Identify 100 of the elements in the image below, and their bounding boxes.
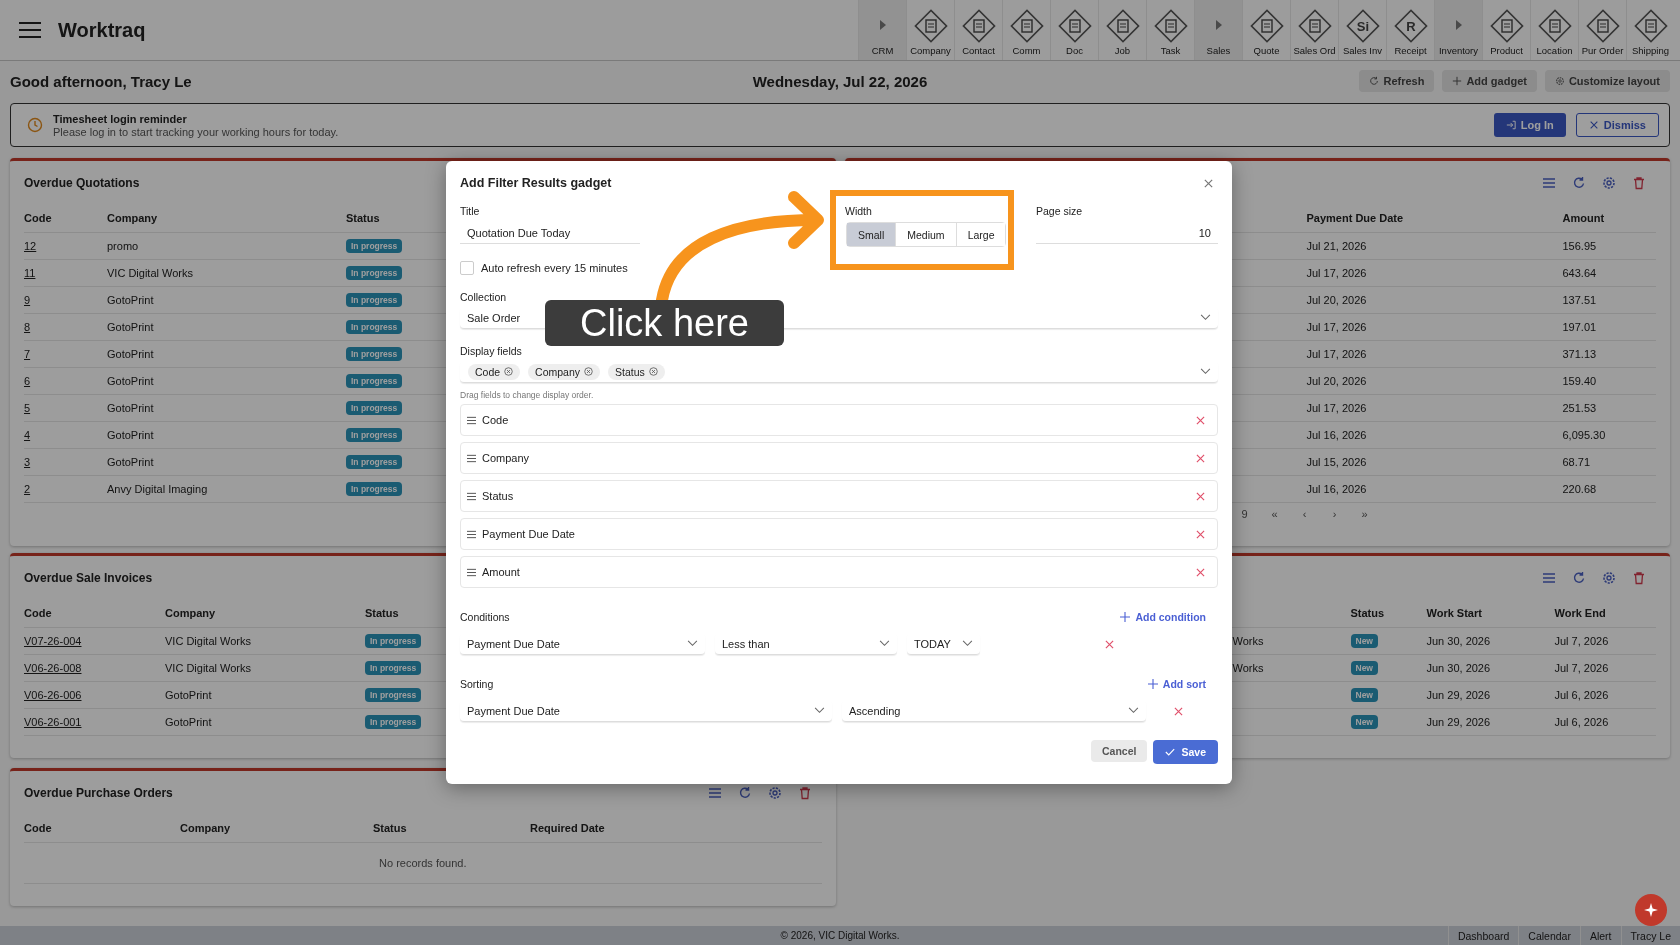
condition-select[interactable]: Payment Due Date: [460, 633, 705, 655]
settings-icon[interactable]: [767, 785, 782, 800]
remove-icon[interactable]: [1196, 529, 1205, 539]
code-link[interactable]: 12: [24, 240, 37, 252]
action-button[interactable]: Refresh: [1359, 70, 1435, 92]
nav-item[interactable]: Quote: [1242, 0, 1290, 60]
remove-icon[interactable]: [1196, 491, 1205, 501]
remove-icon[interactable]: [1196, 453, 1205, 463]
remove-circle-icon[interactable]: [648, 367, 658, 376]
nav-item[interactable]: Sales Ord: [1290, 0, 1338, 60]
footer-link[interactable]: Alert: [1579, 926, 1621, 945]
login-button[interactable]: Log In: [1493, 113, 1566, 137]
column-header: Required Date: [530, 821, 605, 836]
field-chip[interactable]: Company: [528, 363, 601, 380]
code-link[interactable]: V06-26-008: [24, 662, 82, 674]
nav-item[interactable]: Si Sales Inv: [1338, 0, 1386, 60]
display-fields-select[interactable]: Code Company Status: [460, 361, 1218, 383]
sort-select[interactable]: Payment Due Date: [460, 700, 832, 722]
cancel-button[interactable]: Cancel: [1091, 740, 1148, 762]
page-size-field[interactable]: 10: [1036, 222, 1218, 244]
delete-icon[interactable]: [797, 785, 812, 800]
pager-button[interactable]: ›: [1319, 508, 1350, 520]
settings-icon[interactable]: [1602, 175, 1616, 190]
action-button[interactable]: Add gadget: [1442, 70, 1537, 92]
code-link[interactable]: V06-26-006: [24, 689, 82, 701]
table-cell: 159.40: [1562, 375, 1597, 387]
code-link[interactable]: 7: [24, 348, 31, 360]
field-row[interactable]: Payment Due Date: [460, 518, 1218, 550]
remove-circle-icon[interactable]: [504, 367, 514, 376]
code-link[interactable]: 6: [24, 375, 31, 387]
field-row[interactable]: Company: [460, 442, 1218, 474]
nav-item[interactable]: Company: [906, 0, 954, 60]
code-link[interactable]: V06-26-001: [24, 716, 82, 728]
code-link[interactable]: 5: [24, 402, 31, 414]
nav-item[interactable]: Location: [1530, 0, 1578, 60]
nav-item[interactable]: Contact: [954, 0, 1002, 60]
refresh-icon[interactable]: [1572, 175, 1586, 190]
dismiss-button[interactable]: Dismiss: [1575, 113, 1659, 137]
condition-select[interactable]: Less than: [715, 633, 897, 655]
chevron-down-icon: [814, 707, 825, 714]
drag-handle-icon[interactable]: [466, 567, 477, 577]
add-condition-button[interactable]: Add condition: [1120, 611, 1206, 623]
table-cell: VIC Digital Works: [165, 635, 251, 647]
table-cell: Jun 30, 2026: [1426, 662, 1491, 674]
code-link[interactable]: 3: [24, 456, 31, 468]
remove-icon[interactable]: [1174, 706, 1183, 716]
nav-item[interactable]: Doc: [1050, 0, 1098, 60]
code-link[interactable]: 4: [24, 429, 31, 441]
nav-item[interactable]: CRM: [858, 0, 906, 60]
pager-button[interactable]: ‹: [1289, 508, 1320, 520]
field-chip[interactable]: Code: [468, 363, 521, 380]
width-option[interactable]: Large: [955, 223, 1006, 246]
condition-select[interactable]: TODAY: [907, 633, 980, 655]
nav-item[interactable]: Product: [1482, 0, 1530, 60]
pager-button[interactable]: «: [1259, 508, 1290, 520]
nav-item[interactable]: Task: [1146, 0, 1194, 60]
nav-item[interactable]: Pur Order: [1578, 0, 1626, 60]
drag-handle-icon[interactable]: [466, 415, 477, 425]
menu-icon[interactable]: [707, 785, 722, 800]
field-chip[interactable]: Status: [608, 363, 665, 380]
delete-icon[interactable]: [1632, 570, 1646, 585]
delete-icon[interactable]: [1632, 175, 1646, 190]
field-row[interactable]: Status: [460, 480, 1218, 512]
nav-item[interactable]: Inventory: [1434, 0, 1482, 60]
drag-handle-icon[interactable]: [466, 529, 477, 539]
width-option[interactable]: Small: [847, 223, 896, 246]
nav-item[interactable]: Comm: [1002, 0, 1050, 60]
nav-item[interactable]: Job: [1098, 0, 1146, 60]
remove-icon[interactable]: [1196, 567, 1205, 577]
drag-handle-icon[interactable]: [466, 491, 477, 501]
action-button[interactable]: Customize layout: [1544, 70, 1670, 92]
nav-item[interactable]: R Receipt: [1386, 0, 1434, 60]
field-row[interactable]: Amount: [460, 556, 1218, 588]
refresh-icon[interactable]: [1572, 570, 1586, 585]
pager-button[interactable]: »: [1349, 508, 1380, 520]
footer-link[interactable]: Calendar: [1518, 926, 1580, 945]
field-row[interactable]: Code: [460, 404, 1218, 436]
refresh-icon[interactable]: [737, 785, 752, 800]
add-sort-button[interactable]: Add sort: [1147, 678, 1206, 690]
drag-handle-icon[interactable]: [466, 453, 477, 463]
code-link[interactable]: 2: [24, 483, 31, 495]
title-field[interactable]: Quotation Due Today: [460, 222, 640, 244]
code-link[interactable]: 11: [24, 267, 36, 279]
close-icon[interactable]: [1203, 177, 1214, 189]
sort-select[interactable]: Ascending: [842, 700, 1146, 722]
remove-icon[interactable]: [1105, 639, 1114, 649]
nav-item[interactable]: Shipping: [1626, 0, 1674, 60]
menu-icon[interactable]: [18, 21, 42, 39]
code-link[interactable]: 9: [24, 294, 31, 306]
save-button[interactable]: Save: [1153, 740, 1218, 764]
code-link[interactable]: 8: [24, 321, 31, 333]
remove-circle-icon[interactable]: [584, 367, 594, 376]
checkbox[interactable]: [460, 261, 474, 275]
settings-icon[interactable]: [1602, 570, 1616, 585]
chevron-down-icon: [1128, 707, 1139, 714]
sparkle-button[interactable]: [1635, 894, 1667, 926]
footer-link[interactable]: Dashboard: [1447, 926, 1519, 945]
code-link[interactable]: V07-26-004: [24, 635, 82, 647]
nav-item[interactable]: Sales: [1194, 0, 1242, 60]
remove-icon[interactable]: [1196, 415, 1205, 425]
